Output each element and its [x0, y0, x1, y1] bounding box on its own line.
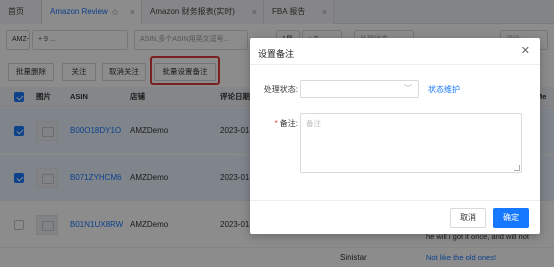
set-note-dialog: 设置备注 ✕ 处理状态: ﹀ 状态维护 * 备注: 备注 取消 确定 [250, 38, 540, 234]
required-marker: * [274, 119, 278, 128]
chevron-down-icon: ﹀ [404, 84, 412, 93]
note-label: 备注: [279, 119, 298, 128]
divider [250, 64, 540, 65]
close-icon[interactable]: ✕ [521, 44, 530, 57]
divider [250, 200, 540, 201]
status-maintain-link[interactable]: 状态维护 [428, 84, 460, 95]
status-select[interactable]: ﹀ [300, 80, 419, 98]
note-placeholder: 备注 [306, 119, 321, 128]
cancel-button[interactable]: 取消 [450, 208, 486, 228]
confirm-button[interactable]: 确定 [493, 208, 529, 228]
status-label: 处理状态: [263, 85, 298, 94]
note-label-wrap: * 备注: [254, 118, 298, 129]
note-textarea[interactable]: 备注 [300, 113, 522, 173]
resize-handle[interactable] [514, 165, 520, 171]
dialog-title: 设置备注 [258, 49, 295, 59]
